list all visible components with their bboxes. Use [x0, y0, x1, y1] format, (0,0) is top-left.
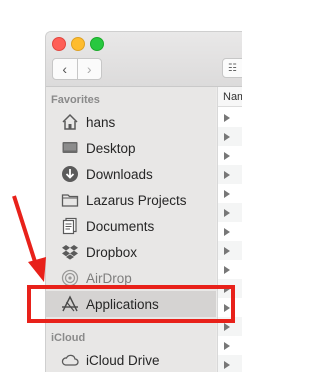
annotation-arrow-icon — [12, 195, 46, 282]
